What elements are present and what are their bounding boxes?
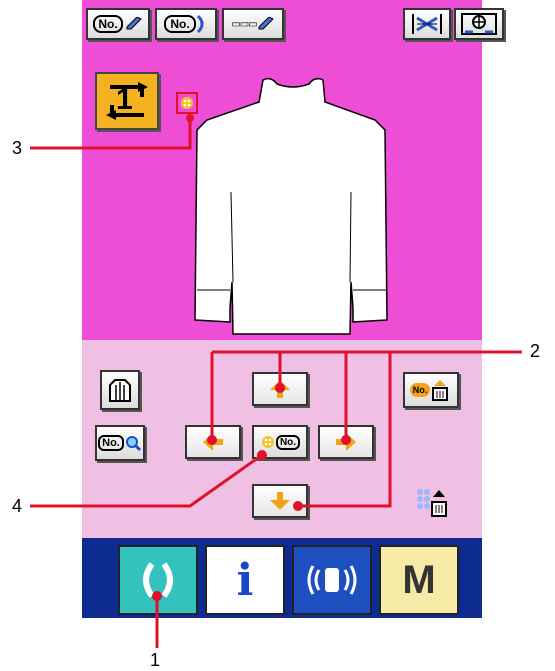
callout-1: 1 [150, 650, 161, 670]
callout-2: 2 [530, 341, 541, 361]
callout-4: 4 [12, 496, 23, 516]
callout-lines [30, 114, 522, 648]
callout-3: 3 [12, 138, 23, 158]
